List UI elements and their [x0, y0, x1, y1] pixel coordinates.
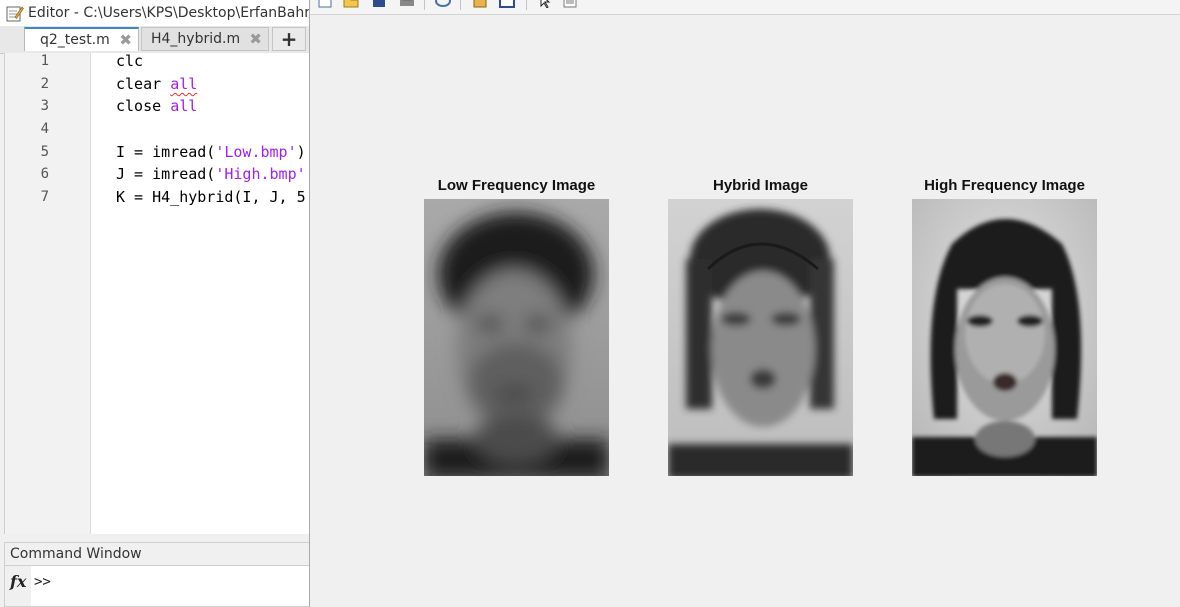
editor-icon: [6, 6, 24, 22]
code-string: 'High.bmp': [215, 165, 306, 183]
code-text: close: [116, 97, 171, 115]
code-text: J = imread(: [116, 165, 216, 183]
code-line-3: close all: [116, 97, 197, 115]
line-number: 1: [40, 53, 49, 69]
code-line-1: clc: [116, 52, 143, 70]
toolbar-separator: [460, 0, 461, 10]
insert-colorbar-icon[interactable]: [472, 0, 488, 8]
code-editor[interactable]: 1 2 3 4 5 6 7 clc clear all close all I …: [4, 52, 310, 534]
figure-toolbar: [310, 0, 1180, 15]
code-text: clear: [116, 75, 171, 93]
insert-legend-icon[interactable]: [499, 0, 515, 8]
close-icon[interactable]: ✖: [119, 31, 132, 49]
fx-icon[interactable]: fx: [10, 572, 26, 591]
command-prompt[interactable]: >>: [34, 574, 51, 590]
line-number: 3: [40, 98, 49, 114]
plus-icon[interactable]: +: [272, 27, 306, 51]
hybrid-image: [668, 199, 853, 476]
code-text: I = imread(: [116, 143, 216, 161]
line-number: 4: [40, 121, 49, 137]
tab-label: H4_hybrid.m: [151, 31, 241, 47]
editor-panel: Editor - C:\Users\KPS\Desktop\ErfanBahra…: [0, 0, 310, 607]
code-text: ): [296, 143, 306, 161]
low-frequency-image: [424, 199, 609, 476]
close-icon[interactable]: ✖: [249, 30, 262, 48]
editor-titlebar: Editor - C:\Users\KPS\Desktop\ErfanBahra: [0, 0, 310, 27]
line-number: 6: [40, 166, 49, 182]
pointer-icon[interactable]: [537, 0, 553, 8]
toolbar-separator: [424, 0, 425, 10]
toolbar-separator: [526, 0, 527, 10]
property-editor-icon[interactable]: [562, 0, 578, 8]
code-keyword: all: [170, 97, 198, 115]
command-window-title: Command Window: [5, 543, 309, 566]
line-number: 2: [40, 76, 49, 92]
code-text: clc: [116, 52, 144, 70]
code-line-7: K = H4_hybrid(I, J, 5: [116, 188, 306, 206]
open-icon[interactable]: [343, 0, 359, 8]
low-frequency-photo: [424, 199, 609, 476]
editor-tab-bar: q2_test.m ✖ H4_hybrid.m ✖ +: [0, 26, 310, 54]
axes-title-hybrid: Hybrid Image: [712, 177, 809, 194]
code-line-5: I = imread('Low.bmp'): [116, 143, 306, 161]
line-number: 5: [40, 144, 49, 160]
axes-title-high: High Frequency Image: [924, 177, 1085, 194]
link-icon[interactable]: [435, 0, 451, 8]
high-frequency-photo: [912, 199, 1097, 476]
code-string: 'Low.bmp': [215, 143, 297, 161]
save-icon[interactable]: [371, 0, 387, 8]
axes-title-low: Low Frequency Image: [437, 177, 596, 194]
new-figure-icon[interactable]: [317, 0, 333, 8]
command-window[interactable]: Command Window fx >>: [4, 542, 310, 607]
print-icon[interactable]: [399, 0, 415, 8]
code-text: K = H4_hybrid(I, J, 5: [116, 188, 306, 206]
line-number: 7: [40, 189, 49, 205]
figure-window: Low Frequency Image Hybrid Image High Fr…: [309, 0, 1180, 607]
code-line-6: J = imread('High.bmp': [116, 165, 306, 183]
editor-title: Editor - C:\Users\KPS\Desktop\ErfanBahra: [28, 5, 310, 21]
code-keyword: all: [170, 75, 198, 93]
high-frequency-image: [912, 199, 1097, 476]
tab-label: q2_test.m: [40, 32, 110, 48]
tab-h4-hybrid[interactable]: H4_hybrid.m ✖: [141, 27, 269, 51]
code-line-2: clear all: [116, 75, 197, 93]
hybrid-photo: [668, 199, 853, 476]
tab-q2-test[interactable]: q2_test.m ✖: [24, 27, 139, 51]
